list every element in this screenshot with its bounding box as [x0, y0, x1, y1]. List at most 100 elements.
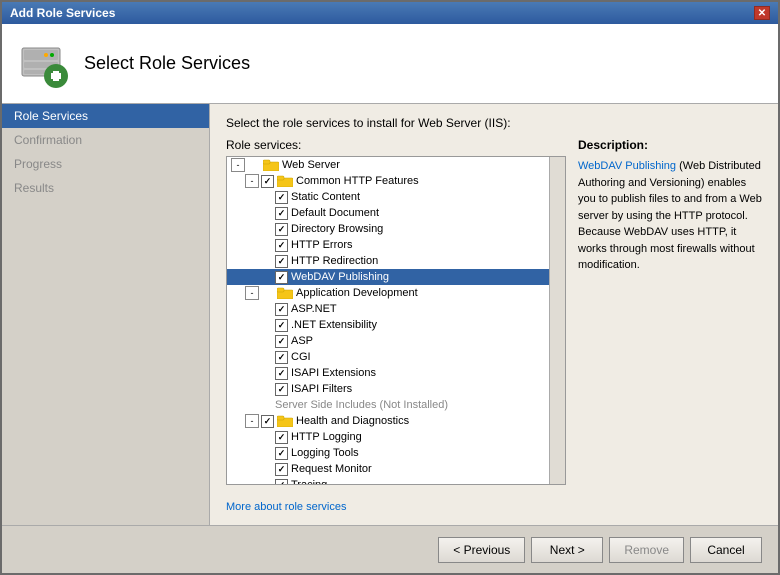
tree-item-logging-tools[interactable]: Logging Tools	[227, 445, 565, 461]
item-label-asp-net: ASP.NET	[291, 303, 337, 315]
sidebar: Role Services Confirmation Progress Resu…	[2, 104, 210, 525]
tree-item-common-http[interactable]: -Common HTTP Features	[227, 173, 565, 189]
tree-item-asp-net[interactable]: ASP.NET	[227, 301, 565, 317]
tree-spacer-asp	[259, 334, 273, 348]
checkbox-common-http[interactable]	[261, 175, 274, 188]
title-bar-left: Add Role Services	[10, 6, 115, 20]
checkbox-asp-net[interactable]	[275, 303, 288, 316]
tree-item-health-diag[interactable]: -Health and Diagnostics	[227, 413, 565, 429]
item-label-http-errors: HTTP Errors	[291, 239, 353, 251]
tree-spacer-http-redirect	[259, 254, 273, 268]
checkbox-net-ext[interactable]	[275, 319, 288, 332]
tree-item-tracing[interactable]: Tracing	[227, 477, 565, 485]
tree-item-static-content[interactable]: Static Content	[227, 189, 565, 205]
checkbox-cgi[interactable]	[275, 351, 288, 364]
item-label-isapi-ext: ISAPI Extensions	[291, 367, 376, 379]
tree-spacer-http-errors	[259, 238, 273, 252]
tree-item-web-server[interactable]: - Web Server	[227, 157, 565, 173]
item-label-http-logging: HTTP Logging	[291, 431, 362, 443]
instruction-text: Select the role services to install for …	[226, 116, 762, 130]
item-label-server-side: Server Side Includes (Not Installed)	[275, 399, 448, 411]
tree-item-isapi-ext[interactable]: ISAPI Extensions	[227, 365, 565, 381]
item-label-asp: ASP	[291, 335, 313, 347]
tree-scrollbar[interactable]	[549, 157, 565, 484]
main-content: Role Services Confirmation Progress Resu…	[2, 104, 778, 525]
tree-spacer-webdav	[259, 270, 273, 284]
checkbox-logging-tools[interactable]	[275, 447, 288, 460]
tree-item-cgi[interactable]: CGI	[227, 349, 565, 365]
sidebar-item-confirmation[interactable]: Confirmation	[2, 128, 209, 152]
checkbox-asp[interactable]	[275, 335, 288, 348]
tree-item-dir-browsing[interactable]: Directory Browsing	[227, 221, 565, 237]
checkbox-health-diag[interactable]	[261, 415, 274, 428]
content-body: Role services: -Web Server-Common HTTP F…	[226, 138, 762, 485]
webdav-link[interactable]: WebDAV Publishing	[578, 160, 676, 172]
remove-button[interactable]: Remove	[609, 537, 684, 563]
tree-container: Role services: -Web Server-Common HTTP F…	[226, 138, 566, 485]
folder-icon-web-server	[263, 159, 279, 171]
item-label-isapi-filter: ISAPI Filters	[291, 383, 352, 395]
tree-spacer-logging-tools	[259, 446, 273, 460]
item-label-static-content: Static Content	[291, 191, 360, 203]
sidebar-item-role-services[interactable]: Role Services	[2, 104, 209, 128]
checkbox-tracing[interactable]	[275, 479, 288, 486]
next-button[interactable]: Next >	[531, 537, 603, 563]
title-bar: Add Role Services ✕	[2, 2, 778, 24]
nocheckbox-web-server	[247, 158, 261, 172]
sidebar-item-results[interactable]: Results	[2, 176, 209, 200]
tree-item-http-redirect[interactable]: HTTP Redirection	[227, 253, 565, 269]
tree-expander-common-http[interactable]: -	[245, 174, 259, 188]
checkbox-req-monitor[interactable]	[275, 463, 288, 476]
item-label-tracing: Tracing	[291, 479, 327, 485]
folder-icon-health-diag	[277, 415, 293, 427]
tree-item-default-doc[interactable]: Default Document	[227, 205, 565, 221]
tree-box[interactable]: - Web Server -Common HTTP Features Static C…	[226, 156, 566, 485]
tree-item-isapi-filter[interactable]: ISAPI Filters	[227, 381, 565, 397]
cancel-button[interactable]: Cancel	[690, 537, 762, 563]
checkbox-http-redirect[interactable]	[275, 255, 288, 268]
tree-expander-health-diag[interactable]: -	[245, 414, 259, 428]
tree-item-webdav[interactable]: WebDAV Publishing	[227, 269, 565, 285]
close-button[interactable]: ✕	[754, 6, 770, 20]
description-body: (Web Distributed Authoring and Versionin…	[578, 160, 762, 271]
tree-expander-web-server[interactable]: -	[231, 158, 245, 172]
tree-spacer-tracing	[259, 478, 273, 485]
tree-item-asp[interactable]: ASP	[227, 333, 565, 349]
checkbox-http-errors[interactable]	[275, 239, 288, 252]
tree-spacer-default-doc	[259, 206, 273, 220]
tree-expander-app-dev[interactable]: -	[245, 286, 259, 300]
checkbox-http-logging[interactable]	[275, 431, 288, 444]
tree-item-http-errors[interactable]: HTTP Errors	[227, 237, 565, 253]
tree-item-req-monitor[interactable]: Request Monitor	[227, 461, 565, 477]
folder-icon-common-http	[277, 175, 293, 187]
item-label-app-dev: Application Development	[296, 287, 418, 299]
item-label-dir-browsing: Directory Browsing	[291, 223, 383, 235]
sidebar-item-progress[interactable]: Progress	[2, 152, 209, 176]
tree-spacer-server-side	[259, 398, 273, 412]
header-title: Select Role Services	[84, 53, 250, 74]
more-about-link[interactable]: More about role services	[226, 501, 346, 513]
tree-item-server-side[interactable]: Server Side Includes (Not Installed)	[227, 397, 565, 413]
header: Select Role Services	[2, 24, 778, 104]
footer: < Previous Next > Remove Cancel	[2, 525, 778, 573]
checkbox-webdav[interactable]	[275, 271, 288, 284]
tree-spacer-isapi-ext	[259, 366, 273, 380]
tree-spacer-net-ext	[259, 318, 273, 332]
tree-item-http-logging[interactable]: HTTP Logging	[227, 429, 565, 445]
item-label-default-doc: Default Document	[291, 207, 379, 219]
checkbox-default-doc[interactable]	[275, 207, 288, 220]
tree-item-net-ext[interactable]: .NET Extensibility	[227, 317, 565, 333]
tree-spacer-req-monitor	[259, 462, 273, 476]
tree-item-app-dev[interactable]: - Application Development	[227, 285, 565, 301]
description-label: Description:	[578, 138, 762, 152]
header-icon	[18, 38, 70, 90]
content-area: Select the role services to install for …	[210, 104, 778, 525]
checkbox-static-content[interactable]	[275, 191, 288, 204]
previous-button[interactable]: < Previous	[438, 537, 525, 563]
checkbox-isapi-ext[interactable]	[275, 367, 288, 380]
checkbox-isapi-filter[interactable]	[275, 383, 288, 396]
checkbox-dir-browsing[interactable]	[275, 223, 288, 236]
item-label-web-server: Web Server	[282, 159, 340, 171]
tree-spacer-static-content	[259, 190, 273, 204]
item-label-logging-tools: Logging Tools	[291, 447, 359, 459]
